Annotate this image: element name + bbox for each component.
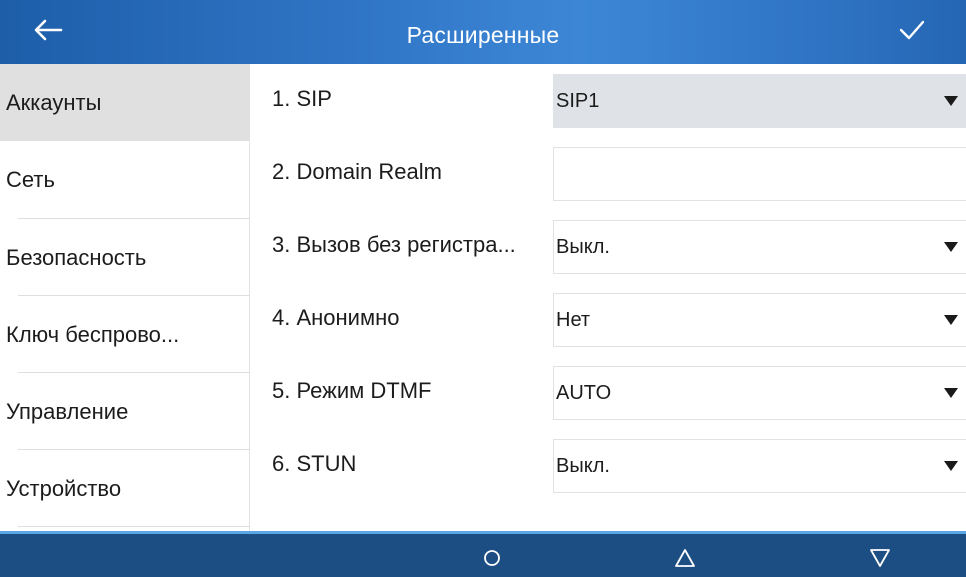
sidebar-item-label: Сеть [6,166,55,192]
sidebar-item-label: Устройство [6,475,122,501]
sidebar-item-management[interactable]: Управление [0,373,250,450]
dropdown-value: Нет [556,308,591,331]
anonymous-dropdown[interactable]: Нет [553,293,966,347]
sidebar-item-network[interactable]: Сеть [0,141,250,218]
page-up-button[interactable] [667,540,703,576]
domain-realm-input[interactable] [553,147,966,201]
call-without-registration-dropdown[interactable]: Выкл. [553,220,966,274]
dropdown-value: Выкл. [556,235,610,258]
setting-row-stun: 6. STUN Выкл. [250,439,966,493]
setting-label: 2. Domain Realm [272,159,442,184]
sidebar-item-label: Ключ беспрово... [6,321,180,347]
dropdown-value: AUTO [556,381,612,404]
title-bar: Расширенные [0,0,966,64]
setting-label: 5. Режим DTMF [272,378,432,403]
sidebar-item-wireless-key[interactable]: Ключ беспрово... [0,296,250,373]
checkmark-icon [899,20,925,40]
setting-label: 4. Анонимно [272,305,400,330]
caret-down-icon [944,96,958,106]
triangle-down-icon [870,549,890,567]
setting-label: 6. STUN [272,451,357,476]
home-button[interactable] [474,540,510,576]
sidebar-divider [18,526,250,527]
caret-down-icon [944,461,958,471]
dropdown-value: SIP1 [556,89,600,112]
sip-account-dropdown[interactable]: SIP1 [553,74,966,128]
setting-row-anonymous: 4. Анонимно Нет [250,293,966,347]
setting-label: 3. Вызов без регистра... [272,232,516,257]
caret-down-icon [944,242,958,252]
sidebar-item-security[interactable]: Безопасность [0,219,250,296]
sidebar: Аккаунты Сеть Безопасность Ключ беспрово… [0,64,250,531]
sidebar-item-device[interactable]: Устройство [0,450,250,527]
confirm-button[interactable] [894,12,930,48]
setting-row-sip: 1. SIP SIP1 [250,74,966,128]
system-navigation-bar [0,531,966,577]
dtmf-mode-dropdown[interactable]: AUTO [553,366,966,420]
sidebar-item-label: Управление [6,398,129,424]
dropdown-value: Выкл. [556,454,610,477]
page-title: Расширенные [406,22,560,48]
caret-down-icon [944,388,958,398]
sidebar-item-accounts[interactable]: Аккаунты [0,64,250,141]
setting-label: 1. SIP [272,86,332,111]
stun-dropdown[interactable]: Выкл. [553,439,966,493]
triangle-up-icon [675,549,695,567]
sidebar-item-label: Аккаунты [6,89,102,115]
setting-row-dtmf-mode: 5. Режим DTMF AUTO [250,366,966,420]
sidebar-item-label: Безопасность [6,244,147,270]
page-down-button[interactable] [862,540,898,576]
caret-down-icon [944,315,958,325]
setting-row-call-without-registration: 3. Вызов без регистра... Выкл. [250,220,966,274]
setting-row-domain-realm: 2. Domain Realm [250,147,966,201]
circle-home-icon [484,550,500,566]
settings-panel: 1. SIP SIP1 2. Domain Realm 3. Вызов без… [250,64,966,531]
